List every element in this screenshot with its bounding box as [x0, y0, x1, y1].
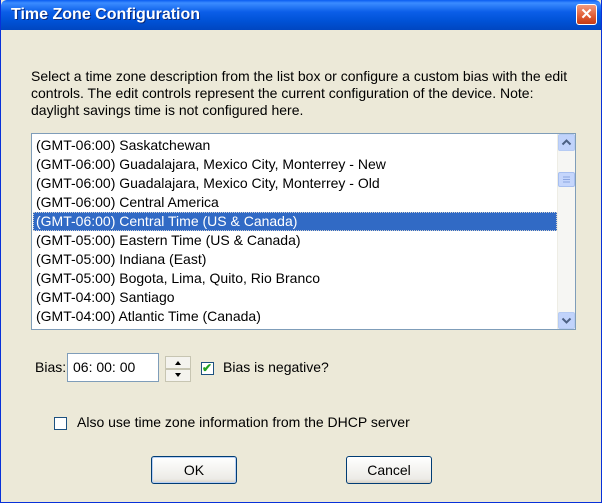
- close-icon: ✕: [580, 6, 593, 23]
- triangle-down-icon: [175, 373, 181, 377]
- chevron-up-icon: [561, 139, 572, 146]
- dhcp-checkbox[interactable]: [54, 417, 67, 430]
- timezone-items: (GMT-06:00) Saskatchewan (GMT-06:00) Guad…: [33, 136, 557, 326]
- window-title: Time Zone Configuration: [11, 6, 201, 23]
- scroll-thumb[interactable]: [558, 172, 575, 187]
- cancel-button[interactable]: Cancel: [346, 456, 432, 484]
- spin-down-button[interactable]: [165, 369, 191, 382]
- checkmark-icon: ✔: [202, 361, 213, 375]
- bias-negative-label[interactable]: Bias is negative?: [223, 359, 329, 375]
- timezone-list-item[interactable]: (GMT-06:00) Central Time (US & Canada): [33, 212, 557, 231]
- timezone-list-item[interactable]: (GMT-06:00) Guadalajara, Mexico City, Mo…: [33, 155, 557, 174]
- timezone-list-item[interactable]: (GMT-06:00) Saskatchewan: [33, 136, 557, 155]
- bias-negative-checkbox[interactable]: ✔: [201, 361, 214, 375]
- spin-up-button[interactable]: [165, 356, 191, 369]
- timezone-list-item[interactable]: (GMT-06:00) Central America: [33, 193, 557, 212]
- title-bar[interactable]: Time Zone Configuration ✕: [1, 0, 601, 30]
- close-button[interactable]: ✕: [576, 4, 597, 25]
- timezone-list-item[interactable]: (GMT-06:00) Guadalajara, Mexico City, Mo…: [33, 174, 557, 193]
- scroll-down-button[interactable]: [558, 312, 575, 329]
- chevron-down-icon: [561, 317, 572, 324]
- timezone-list-item[interactable]: (GMT-05:00) Eastern Time (US & Canada): [33, 231, 557, 250]
- ok-button[interactable]: OK: [151, 456, 237, 484]
- bias-spinner[interactable]: [165, 356, 191, 382]
- timezone-listbox[interactable]: (GMT-06:00) Saskatchewan (GMT-06:00) Guad…: [31, 133, 576, 330]
- dhcp-label[interactable]: Also use time zone information from the …: [77, 414, 410, 430]
- description-text: Select a time zone description from the …: [31, 68, 568, 118]
- grip-icon: [563, 176, 570, 183]
- timezone-list-item[interactable]: (GMT-05:00) Indiana (East): [33, 250, 557, 269]
- timezone-list-item[interactable]: (GMT-04:00) Atlantic Time (Canada): [33, 307, 557, 326]
- bias-label: Bias:: [35, 359, 67, 375]
- listbox-scrollbar[interactable]: [557, 134, 575, 329]
- dialog-window: Time Zone Configuration ✕ Select a time …: [0, 0, 602, 503]
- timezone-list-item[interactable]: (GMT-05:00) Bogota, Lima, Quito, Rio Bra…: [33, 269, 557, 288]
- scroll-up-button[interactable]: [558, 134, 575, 151]
- triangle-up-icon: [175, 361, 181, 365]
- timezone-list-item[interactable]: (GMT-04:00) Santiago: [33, 288, 557, 307]
- bias-input[interactable]: 06: 00: 00: [67, 353, 159, 382]
